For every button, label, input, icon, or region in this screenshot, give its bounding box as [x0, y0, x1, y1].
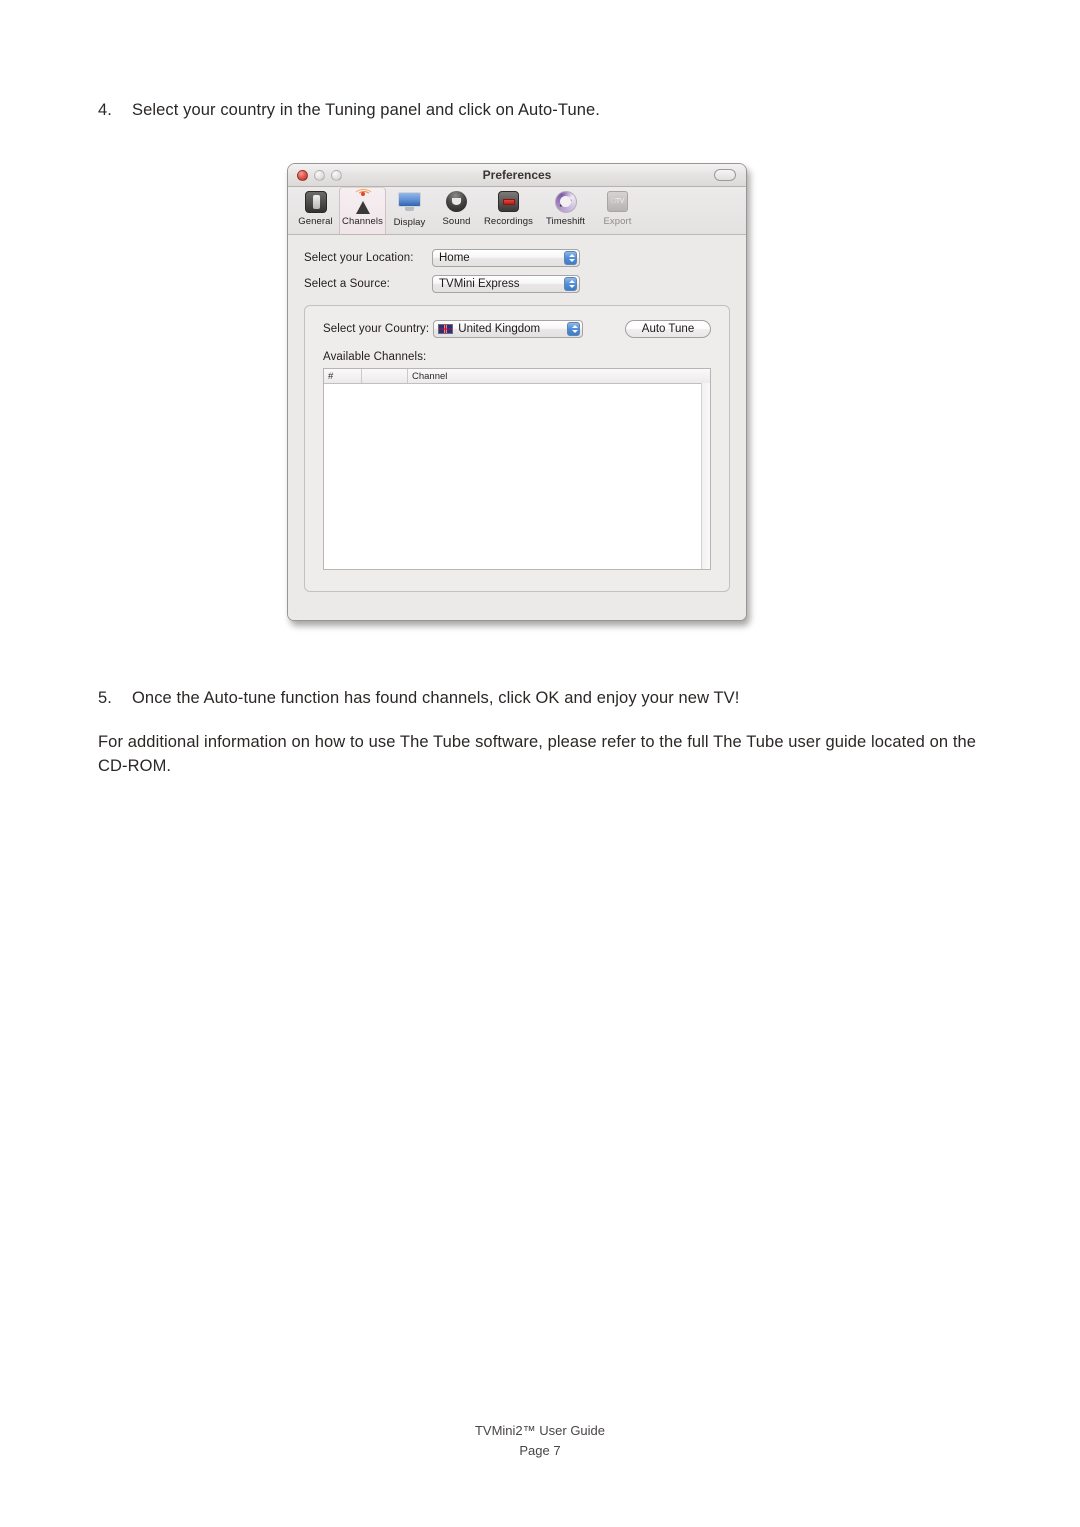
toolbar-label-timeshift: Timeshift: [545, 216, 586, 227]
channels-table-header: # Channel: [324, 369, 710, 384]
page-footer: TVMini2™ User Guide Page 7: [0, 1421, 1080, 1460]
appletv-icon: TV: [606, 191, 630, 215]
step-5-number: 5.: [98, 689, 112, 707]
record-icon: [497, 191, 521, 215]
toolbar-item-display[interactable]: Display: [386, 187, 433, 234]
location-select[interactable]: Home: [432, 249, 580, 267]
toolbar-label-display: Display: [393, 217, 426, 228]
toolbar-toggle-button[interactable]: [714, 169, 736, 181]
footer-title: TVMini2™ User Guide: [474, 1423, 606, 1438]
step-4-text: Select your country in the Tuning panel …: [132, 101, 600, 119]
step-5-text: Once the Auto-tune function has found ch…: [132, 689, 740, 707]
channels-pane: Select your Location: Home Select a Sour…: [288, 235, 746, 620]
footer-page-number: Page 7: [519, 1442, 561, 1458]
country-row: Select your Country: United Kingdom Auto…: [323, 320, 711, 338]
column-header-channel[interactable]: Channel: [408, 369, 710, 383]
available-channels-label: Available Channels:: [323, 351, 427, 363]
country-value: United Kingdom: [458, 323, 541, 335]
preferences-window: Preferences General Channels Display Sou…: [287, 163, 747, 621]
tuning-groupbox: Select your Country: United Kingdom Auto…: [304, 305, 730, 592]
toolbar-label-export: Export: [603, 216, 632, 227]
window-title: Preferences: [482, 168, 552, 182]
toolbar-item-general[interactable]: General: [292, 187, 339, 234]
column-header-number[interactable]: #: [324, 369, 362, 383]
auto-tune-button[interactable]: Auto Tune: [625, 320, 711, 338]
chevron-updown-icon[interactable]: [567, 322, 580, 336]
toolbar-label-channels: Channels: [342, 216, 383, 227]
toolbar-item-sound[interactable]: Sound: [433, 187, 480, 234]
toolbar-label-recordings: Recordings: [483, 216, 534, 227]
location-row: Select your Location: Home: [304, 249, 730, 267]
source-row: Select a Source: TVMini Express: [304, 275, 730, 293]
location-label: Select your Location:: [304, 252, 414, 264]
document-page: 4. Select your country in the Tuning pan…: [0, 0, 1080, 1527]
vertical-scrollbar[interactable]: [701, 383, 710, 569]
channels-listbox[interactable]: # Channel: [323, 368, 711, 570]
window-titlebar: Preferences: [288, 164, 746, 187]
chevron-updown-icon[interactable]: [564, 251, 577, 265]
toolbar-item-export[interactable]: TV Export: [594, 187, 641, 234]
toolbar-item-timeshift[interactable]: Timeshift: [537, 187, 594, 234]
additional-info-paragraph: For additional information on how to use…: [98, 733, 977, 775]
monitor-icon: [398, 192, 422, 216]
channels-table-body[interactable]: [324, 384, 710, 569]
dial-icon: [554, 191, 578, 215]
antenna-icon: [351, 189, 375, 215]
preferences-toolbar: General Channels Display Sound Recording…: [288, 187, 746, 235]
country-select[interactable]: United Kingdom: [433, 320, 583, 338]
general-icon: [304, 191, 328, 215]
column-header-blank[interactable]: [362, 369, 408, 383]
source-label: Select a Source:: [304, 278, 390, 290]
toolbar-label-general: General: [298, 216, 333, 227]
speaker-icon: [445, 191, 469, 215]
country-label: Select your Country:: [323, 323, 430, 335]
toolbar-label-sound: Sound: [442, 216, 471, 227]
step-5: 5. Once the Auto-tune function has found…: [98, 687, 978, 711]
uk-flag-icon: [438, 324, 454, 334]
toolbar-item-recordings[interactable]: Recordings: [480, 187, 537, 234]
step-4-number: 4.: [98, 101, 112, 119]
source-value: TVMini Express: [439, 278, 520, 290]
chevron-updown-icon[interactable]: [564, 277, 577, 291]
source-select[interactable]: TVMini Express: [432, 275, 580, 293]
location-value: Home: [439, 252, 470, 264]
toolbar-item-channels[interactable]: Channels: [339, 187, 386, 234]
step-4: 4. Select your country in the Tuning pan…: [98, 99, 958, 123]
